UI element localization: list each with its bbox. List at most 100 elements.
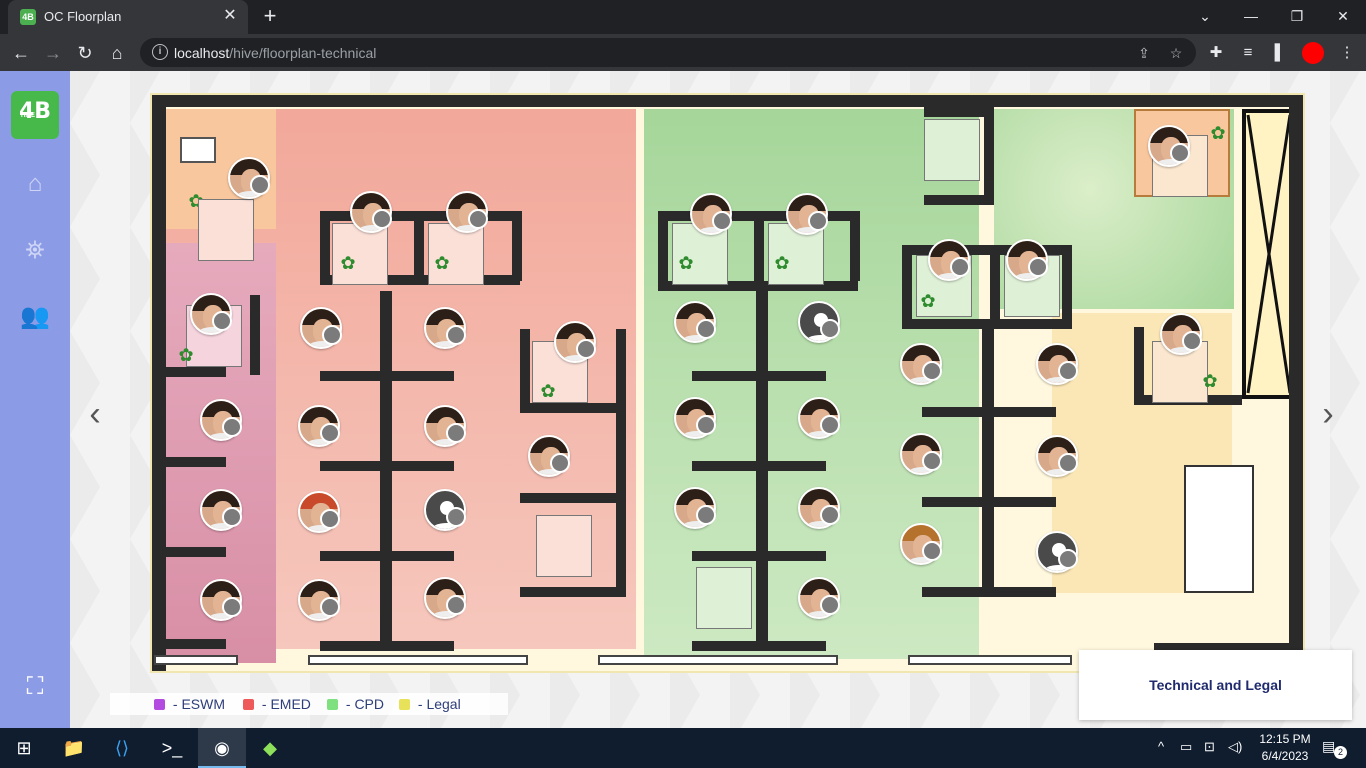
status-badge	[222, 507, 242, 527]
status-badge	[820, 505, 840, 525]
wall-left	[152, 95, 166, 671]
address-bar[interactable]: i localhost/hive/floorplan-technical ⇪ ☆	[140, 38, 1196, 67]
profile-avatar[interactable]	[1302, 42, 1324, 64]
status-badge	[446, 507, 466, 527]
status-badge	[820, 319, 840, 339]
status-badge	[696, 319, 716, 339]
share-icon[interactable]: ⇪	[1134, 43, 1154, 63]
wall-cpd2-m	[990, 245, 1000, 325]
terminal-icon[interactable]: >_	[148, 728, 196, 768]
network-icon[interactable]: ⊡	[1204, 739, 1215, 755]
bookmark-star-icon[interactable]: ☆	[1166, 43, 1186, 63]
file-explorer-icon[interactable]: 📁	[50, 728, 98, 768]
media-control-icon[interactable]: ≡	[1237, 42, 1259, 64]
wall-emed-h3	[320, 551, 454, 561]
status-badge	[696, 415, 716, 435]
windows-taskbar: ⊞ 📁 ⟨⟩ >_ ◉ ◆ ^ ▭ ⊡ ◁) 12:15 PM 6/4/2023…	[0, 728, 1366, 768]
wall-eswm-5	[166, 639, 226, 649]
git-client-icon[interactable]: ◆	[246, 728, 294, 768]
plant-icon: ✿	[1202, 371, 1218, 391]
cpd-zone	[644, 109, 979, 659]
notification-count-badge: 2	[1334, 746, 1347, 759]
map-nav-icon[interactable]: ⛯	[20, 236, 50, 266]
next-floor-arrow-icon[interactable]: ›	[1318, 396, 1338, 432]
plant-icon: ✿	[920, 291, 936, 311]
side-panel-icon[interactable]: ▌	[1269, 42, 1291, 64]
status-badge	[922, 451, 942, 471]
status-badge	[950, 257, 970, 277]
wall-top	[152, 95, 1303, 107]
home-nav-icon[interactable]: ⌂	[20, 169, 50, 199]
wall-emed-right	[512, 211, 522, 281]
status-badge	[922, 541, 942, 561]
volume-icon[interactable]: ◁)	[1228, 739, 1242, 755]
plant-icon: ✿	[178, 345, 194, 365]
back-icon[interactable]: ←	[8, 40, 34, 66]
reload-icon[interactable]: ↻	[72, 40, 98, 66]
status-badge	[820, 595, 840, 615]
clock-date: 6/4/2023	[1261, 749, 1309, 763]
window-3	[598, 655, 838, 665]
printer-icon	[180, 137, 216, 163]
status-badge	[222, 597, 242, 617]
status-badge	[1058, 361, 1078, 381]
legend-swatch	[243, 699, 254, 710]
floor-title-card: Technical and Legal	[1079, 650, 1352, 720]
wall-cpd-h4	[692, 641, 826, 651]
browser-tab[interactable]: 4B OC Floorplan ✕	[8, 0, 248, 34]
status-badge	[820, 415, 840, 435]
floorplan: ✿ ✿ ✿ ✿ ✿ ✿ ✿ ✿ ✿ ✿	[150, 93, 1305, 673]
menu-kebab-icon[interactable]: ⋮	[1336, 42, 1358, 64]
face-scan-nav-icon[interactable]: ⛶	[20, 672, 50, 702]
battery-icon[interactable]: ▭	[1180, 739, 1192, 755]
tray-chevron-icon[interactable]: ^	[1158, 739, 1164, 754]
url-text: localhost/hive/floorplan-technical	[174, 45, 377, 61]
tab-close-icon[interactable]: ✕	[220, 6, 240, 26]
home-icon[interactable]: ⌂	[104, 40, 130, 66]
start-windows-icon[interactable]: ⊞	[0, 728, 48, 768]
wall-emed-h2	[320, 461, 454, 471]
status-badge	[468, 209, 488, 229]
legend-item-cpd: - CPD	[327, 696, 384, 712]
restore-button[interactable]: ❐	[1283, 4, 1311, 28]
wall-cpd-m	[754, 211, 764, 281]
logo-text: 4B	[18, 99, 52, 124]
notification-center[interactable]: ▤ 2	[1322, 738, 1347, 759]
wall-eswm-2	[166, 367, 226, 377]
legend-swatch	[327, 699, 338, 710]
tab-search-icon[interactable]: ⌄	[1191, 4, 1219, 28]
status-badge	[446, 325, 466, 345]
plant-icon: ✿	[540, 381, 556, 401]
status-badge	[320, 597, 340, 617]
wall-cpd2-h1	[922, 407, 1056, 417]
minimize-button[interactable]: —	[1237, 4, 1265, 28]
wall-cpd-l	[658, 211, 668, 281]
status-badge	[550, 453, 570, 473]
legend-item-eswm: - ESWM	[154, 696, 225, 712]
system-clock[interactable]: 12:15 PM 6/4/2023	[1250, 731, 1320, 765]
wall-cpd-r	[850, 211, 860, 281]
wall-emed-h1	[320, 371, 454, 381]
status-badge	[446, 423, 466, 443]
conference-table	[1184, 465, 1254, 593]
new-tab-button[interactable]: +	[258, 4, 282, 28]
elevator-shaft	[1242, 109, 1296, 399]
vscode-icon[interactable]: ⟨⟩	[98, 728, 146, 768]
chrome-icon[interactable]: ◉	[198, 728, 246, 768]
close-window-button[interactable]: ✕	[1329, 4, 1357, 28]
wall-emed-7	[520, 587, 626, 597]
window-4	[908, 655, 1072, 665]
wall-cpd2-spine	[982, 329, 994, 591]
extensions-puzzle-icon[interactable]: ✚	[1205, 42, 1227, 64]
status-badge	[446, 595, 466, 615]
floor-title: Technical and Legal	[1149, 677, 1282, 693]
plant-icon: ✿	[434, 253, 450, 273]
users-nav-icon[interactable]: 👥	[20, 302, 50, 332]
prev-floor-arrow-icon[interactable]: ‹	[85, 396, 105, 432]
forward-icon[interactable]: →	[40, 40, 66, 66]
clock-time: 12:15 PM	[1259, 732, 1311, 746]
status-badge	[222, 417, 242, 437]
app-logo[interactable]: 4B HIVE	[11, 91, 59, 139]
wall-emed-4	[520, 403, 626, 413]
site-info-icon[interactable]: i	[152, 44, 168, 60]
